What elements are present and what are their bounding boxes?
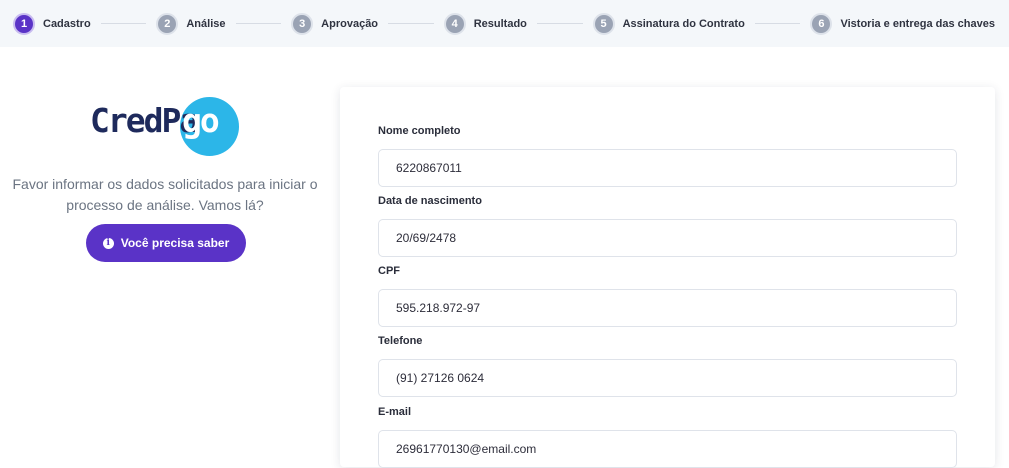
- step-number: 5: [592, 12, 615, 35]
- progress-stepper: 1 Cadastro 2 Análise 3 Aprovação 4 Resul…: [0, 0, 1009, 47]
- step-label: Análise: [186, 17, 226, 30]
- step-connector: [235, 23, 282, 24]
- nome-completo-label: Nome completo: [378, 125, 461, 137]
- field-data-nascimento: Data de nascimento: [378, 195, 957, 257]
- email-label: E-mail: [378, 406, 412, 418]
- intro-line-2: processo de análise. Vamos lá?: [66, 197, 264, 213]
- nome-completo-input[interactable]: [378, 149, 957, 187]
- data-nascimento-input[interactable]: [378, 219, 957, 257]
- step-number: 6: [810, 12, 833, 35]
- step-label: Aprovação: [321, 17, 379, 30]
- logo-text-go: go: [182, 101, 220, 140]
- telefone-input[interactable]: [378, 359, 957, 397]
- step-resultado: 4 Resultado: [443, 12, 527, 35]
- cpf-input[interactable]: [378, 289, 957, 327]
- step-vistoria: 6 Vistoria e entrega das chaves: [810, 12, 995, 35]
- intro-line-1: Favor informar os dados solicitados para…: [12, 176, 318, 192]
- step-cadastro: 1 Cadastro: [13, 12, 91, 35]
- data-nascimento-label: Data de nascimento: [378, 195, 482, 207]
- step-connector: [536, 23, 583, 24]
- credpago-logo: CredPa go: [90, 97, 240, 157]
- step-label: Cadastro: [43, 17, 91, 30]
- registration-form-card: Nome completo Data de nascimento CPF Tel…: [340, 87, 995, 468]
- intro-panel: CredPa go Favor informar os dados solici…: [0, 47, 330, 448]
- cpf-label: CPF: [378, 265, 400, 277]
- step-number: 4: [443, 12, 466, 35]
- step-analise: 2 Análise: [156, 12, 226, 35]
- step-connector: [100, 23, 147, 24]
- step-connector: [388, 23, 434, 24]
- step-aprovacao: 3 Aprovação: [291, 12, 379, 35]
- email-input[interactable]: [378, 430, 957, 468]
- step-label: Assinatura do Contrato: [622, 17, 745, 30]
- info-icon: i: [102, 237, 114, 249]
- step-label: Vistoria e entrega das chaves: [840, 17, 995, 30]
- step-number: 3: [291, 12, 314, 35]
- step-assinatura: 5 Assinatura do Contrato: [592, 12, 745, 35]
- step-label: Resultado: [473, 17, 527, 30]
- step-connector: [754, 23, 801, 24]
- intro-text: Favor informar os dados solicitados para…: [0, 174, 330, 216]
- step-number: 2: [156, 12, 179, 35]
- telefone-label: Telefone: [378, 335, 423, 347]
- step-number: 1: [13, 12, 35, 35]
- info-button-label: Você precisa saber: [120, 236, 230, 250]
- voce-precisa-saber-button[interactable]: i Você precisa saber: [86, 224, 246, 262]
- field-email: E-mail: [378, 406, 957, 468]
- field-cpf: CPF: [378, 265, 957, 327]
- field-telefone: Telefone: [378, 335, 957, 397]
- field-nome-completo: Nome completo: [378, 125, 957, 187]
